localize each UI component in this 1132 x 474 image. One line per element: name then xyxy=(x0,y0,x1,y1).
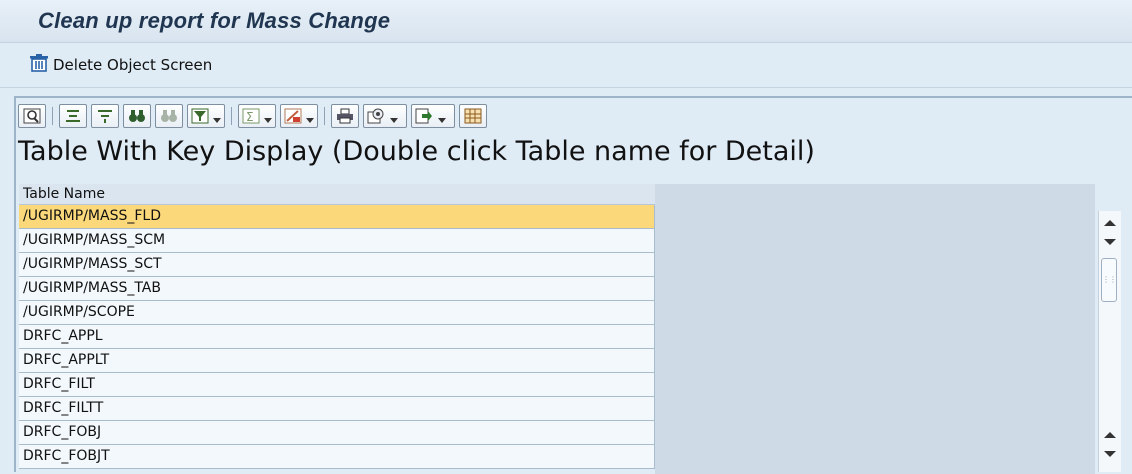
scroll-down-button[interactable] xyxy=(1101,446,1119,462)
sort-descending-button[interactable] xyxy=(91,104,119,128)
table-row[interactable]: DRFC_APPL xyxy=(19,325,655,349)
table-row[interactable]: DRFC_FOBJT xyxy=(19,445,655,469)
subtotal-button[interactable] xyxy=(280,104,318,128)
vertical-scrollbar[interactable]: ⋮⋮ xyxy=(1098,211,1121,472)
arrow-down-icon xyxy=(1104,239,1116,245)
table-row[interactable]: /UGIRMP/MASS_FLD xyxy=(19,205,655,229)
table-grid: Table Name /UGIRMP/MASS_FLD /UGIRMP/MASS… xyxy=(19,184,655,469)
views-icon xyxy=(367,108,384,124)
grid-layout-icon xyxy=(464,108,482,124)
trash-icon xyxy=(28,53,50,77)
details-button[interactable] xyxy=(18,104,46,128)
subtotal-icon xyxy=(284,108,302,124)
scroll-up-button[interactable] xyxy=(1101,215,1119,231)
arrow-down-icon xyxy=(1104,451,1116,457)
grip-icon: ⋮⋮ xyxy=(1102,275,1117,284)
chevron-down-icon xyxy=(306,117,314,123)
table-row[interactable]: /UGIRMP/MASS_SCT xyxy=(19,253,655,277)
layout-button[interactable] xyxy=(459,104,487,128)
binoculars-icon xyxy=(129,110,145,122)
page-up-button[interactable] xyxy=(1101,427,1119,443)
page-down-button[interactable] xyxy=(1101,234,1119,250)
application-toolbar: Delete Object Screen xyxy=(0,43,1132,87)
binoculars-next-icon xyxy=(161,110,177,122)
views-button[interactable] xyxy=(363,104,407,128)
page-title: Clean up report for Mass Change xyxy=(38,8,391,33)
chevron-down-icon xyxy=(213,117,221,123)
chevron-down-icon xyxy=(438,117,446,123)
svg-text:Σ: Σ xyxy=(246,110,254,124)
alv-toolbar: Σ xyxy=(18,102,487,130)
export-button[interactable] xyxy=(411,104,455,128)
table-row[interactable]: /UGIRMP/MASS_SCM xyxy=(19,229,655,253)
sort-ascending-button[interactable] xyxy=(59,104,87,128)
table-row[interactable]: /UGIRMP/SCOPE xyxy=(19,301,655,325)
alv-grid-container: Σ Table With Key Display (Double click T… xyxy=(14,96,1132,474)
find-button[interactable] xyxy=(123,104,151,128)
filter-button[interactable] xyxy=(187,104,225,128)
scrollbar-thumb[interactable]: ⋮⋮ xyxy=(1101,258,1117,302)
find-next-button[interactable] xyxy=(155,104,183,128)
title-bar: Clean up report for Mass Change xyxy=(0,0,1132,43)
table-row[interactable]: DRFC_FILTT xyxy=(19,397,655,421)
delete-object-screen-label: Delete Object Screen xyxy=(53,56,213,74)
arrow-up-icon xyxy=(1104,432,1116,438)
export-icon xyxy=(415,108,432,124)
printer-icon xyxy=(337,108,353,124)
table-row[interactable]: DRFC_APPLT xyxy=(19,349,655,373)
chevron-down-icon xyxy=(390,117,398,123)
print-button[interactable] xyxy=(331,104,359,128)
magnifier-details-icon xyxy=(23,108,41,124)
column-header-table-name[interactable]: Table Name xyxy=(19,184,655,205)
table-row[interactable]: /UGIRMP/MASS_TAB xyxy=(19,277,655,301)
grid-title: Table With Key Display (Double click Tab… xyxy=(18,136,815,167)
grid-empty-area xyxy=(655,184,1095,474)
sum-button[interactable]: Σ xyxy=(238,104,276,128)
toolbar-separator xyxy=(52,107,53,125)
sort-ascending-icon xyxy=(66,110,80,122)
arrow-up-icon xyxy=(1104,220,1116,226)
filter-icon xyxy=(191,108,209,124)
sigma-icon: Σ xyxy=(242,108,260,124)
toolbar-separator xyxy=(324,107,325,125)
delete-object-screen-button[interactable]: Delete Object Screen xyxy=(28,54,212,76)
chevron-down-icon xyxy=(264,117,272,123)
table-row[interactable]: DRFC_FILT xyxy=(19,373,655,397)
table-row[interactable]: DRFC_FOBJ xyxy=(19,421,655,445)
sort-descending-icon xyxy=(98,110,112,123)
toolbar-separator xyxy=(231,107,232,125)
